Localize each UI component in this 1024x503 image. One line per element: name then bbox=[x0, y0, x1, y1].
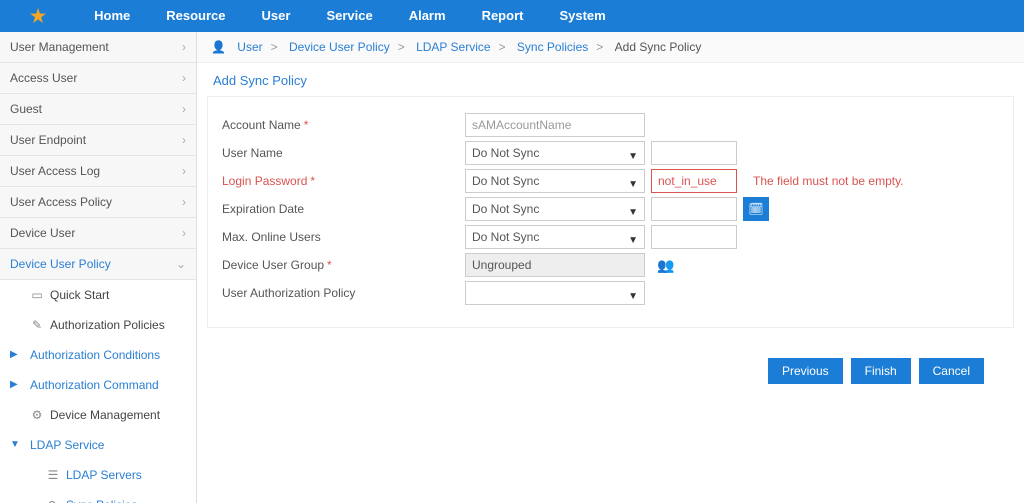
chevron-down-icon: ▼ bbox=[628, 174, 638, 196]
nav-report[interactable]: Report bbox=[464, 0, 542, 32]
label-login-password: Login Password* bbox=[220, 174, 465, 188]
max-online-aux-input[interactable] bbox=[651, 225, 737, 249]
label-account-name: Account Name* bbox=[220, 118, 465, 132]
user-authorization-policy-select[interactable]: ▼ bbox=[465, 281, 645, 305]
breadcrumb: 👤 User> Device User Policy> LDAP Service… bbox=[197, 32, 1024, 63]
breadcrumb-ldap-service[interactable]: LDAP Service bbox=[416, 40, 490, 54]
chevron-right-icon: › bbox=[182, 71, 186, 85]
server-icon: ☰ bbox=[46, 468, 60, 482]
sidebar-item-device-user-policy[interactable]: Device User Policy⌄ bbox=[0, 249, 196, 280]
label-user-name: User Name bbox=[220, 146, 465, 160]
device-icon: ⚙ bbox=[30, 408, 44, 422]
top-nav: ★ Home Resource User Service Alarm Repor… bbox=[0, 0, 1024, 32]
sync-icon: ⟳ bbox=[46, 498, 60, 503]
chevron-down-icon: ▼ bbox=[628, 230, 638, 252]
sidebar-item-authorization-command[interactable]: ▶Authorization Command bbox=[0, 370, 196, 400]
label-user-authorization-policy: User Authorization Policy bbox=[220, 286, 465, 300]
caret-right-icon: ▶ bbox=[10, 349, 18, 360]
chevron-right-icon: › bbox=[182, 226, 186, 240]
caret-right-icon: ▶ bbox=[10, 379, 18, 390]
sidebar-item-ldap-service[interactable]: ▼LDAP Service bbox=[0, 430, 196, 460]
main-content: 👤 User> Device User Policy> LDAP Service… bbox=[197, 32, 1024, 503]
user-name-select[interactable]: Do Not Sync▼ bbox=[465, 141, 645, 165]
breadcrumb-sync-policies[interactable]: Sync Policies bbox=[517, 40, 588, 54]
chevron-right-icon: › bbox=[182, 133, 186, 147]
sidebar-item-authorization-policies[interactable]: ✎Authorization Policies bbox=[0, 310, 196, 340]
user-icon: 👤 bbox=[211, 40, 226, 54]
breadcrumb-user[interactable]: User bbox=[237, 40, 262, 54]
breadcrumb-current: Add Sync Policy bbox=[615, 40, 702, 54]
chevron-down-icon: ▼ bbox=[628, 202, 638, 224]
cancel-button[interactable]: Cancel bbox=[919, 358, 984, 384]
chevron-right-icon: › bbox=[182, 102, 186, 116]
sidebar-item-sync-policies[interactable]: ⟳Sync Policies bbox=[0, 490, 196, 503]
chevron-down-icon: ▼ bbox=[628, 146, 638, 168]
policy-icon: ✎ bbox=[30, 318, 44, 332]
chevron-right-icon: › bbox=[182, 195, 186, 209]
login-password-aux-input[interactable] bbox=[651, 169, 737, 193]
button-bar: Previous Finish Cancel bbox=[197, 348, 1024, 394]
sidebar-item-ldap-servers[interactable]: ☰LDAP Servers bbox=[0, 460, 196, 490]
calendar-icon: 🗓 bbox=[748, 202, 763, 216]
sidebar-item-user-management[interactable]: User Management› bbox=[0, 32, 196, 63]
max-online-select[interactable]: Do Not Sync▼ bbox=[465, 225, 645, 249]
screen-icon: ▭ bbox=[30, 288, 44, 302]
account-name-input[interactable] bbox=[465, 113, 645, 137]
sidebar-item-user-endpoint[interactable]: User Endpoint› bbox=[0, 125, 196, 156]
finish-button[interactable]: Finish bbox=[851, 358, 911, 384]
group-picker-button[interactable]: 👥 bbox=[657, 257, 674, 274]
login-password-error: The field must not be empty. bbox=[753, 174, 904, 188]
star-icon: ★ bbox=[30, 6, 46, 27]
sidebar-item-user-access-policy[interactable]: User Access Policy› bbox=[0, 187, 196, 218]
nav-user[interactable]: User bbox=[244, 0, 309, 32]
nav-resource[interactable]: Resource bbox=[148, 0, 243, 32]
sidebar-item-device-management[interactable]: ⚙Device Management bbox=[0, 400, 196, 430]
device-user-group-input bbox=[465, 253, 645, 277]
breadcrumb-device-user-policy[interactable]: Device User Policy bbox=[289, 40, 390, 54]
nav-system[interactable]: System bbox=[541, 0, 623, 32]
group-icon: 👥 bbox=[657, 257, 674, 273]
label-device-user-group: Device User Group* bbox=[220, 258, 465, 272]
sidebar-item-user-access-log[interactable]: User Access Log› bbox=[0, 156, 196, 187]
login-password-select[interactable]: Do Not Sync▼ bbox=[465, 169, 645, 193]
caret-down-icon: ▼ bbox=[10, 439, 20, 450]
label-max-online-users: Max. Online Users bbox=[220, 230, 465, 244]
sidebar: User Management› Access User› Guest› Use… bbox=[0, 32, 197, 503]
form-panel: Account Name* User Name Do Not Sync▼ Log… bbox=[207, 96, 1014, 328]
nav-home[interactable]: Home bbox=[76, 0, 148, 32]
calendar-button[interactable]: 🗓 bbox=[743, 197, 769, 221]
user-name-aux-input[interactable] bbox=[651, 141, 737, 165]
sidebar-item-guest[interactable]: Guest› bbox=[0, 94, 196, 125]
chevron-down-icon: ⌄ bbox=[176, 257, 186, 271]
sidebar-item-device-user[interactable]: Device User› bbox=[0, 218, 196, 249]
page-title: Add Sync Policy bbox=[197, 63, 1024, 96]
expiration-date-select[interactable]: Do Not Sync▼ bbox=[465, 197, 645, 221]
nav-alarm[interactable]: Alarm bbox=[391, 0, 464, 32]
label-expiration-date: Expiration Date bbox=[220, 202, 465, 216]
nav-service[interactable]: Service bbox=[308, 0, 390, 32]
chevron-right-icon: › bbox=[182, 40, 186, 54]
chevron-right-icon: › bbox=[182, 164, 186, 178]
sidebar-item-access-user[interactable]: Access User› bbox=[0, 63, 196, 94]
previous-button[interactable]: Previous bbox=[768, 358, 843, 384]
chevron-down-icon: ▼ bbox=[628, 286, 638, 308]
sidebar-item-quick-start[interactable]: ▭Quick Start bbox=[0, 280, 196, 310]
sidebar-item-authorization-conditions[interactable]: ▶Authorization Conditions bbox=[0, 340, 196, 370]
expiration-date-aux-input[interactable] bbox=[651, 197, 737, 221]
